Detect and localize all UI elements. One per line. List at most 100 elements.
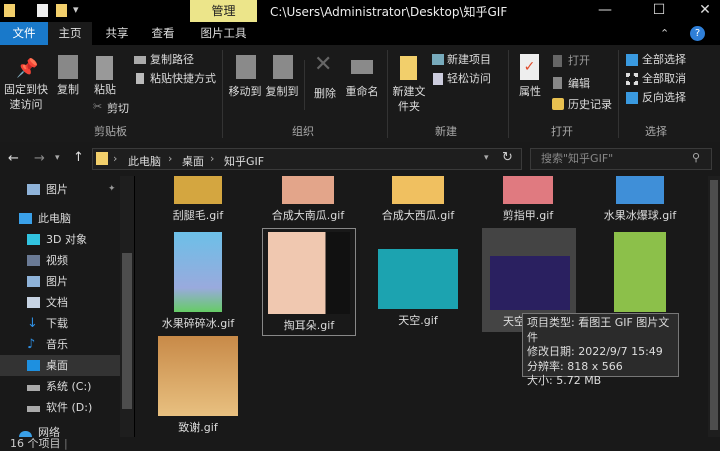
new-folder-button[interactable]: 新建文件夹 bbox=[392, 84, 426, 114]
up-button[interactable]: ↑ bbox=[73, 150, 84, 165]
file-item[interactable]: 合成大南瓜.gif bbox=[253, 176, 363, 223]
nav-item-3d-objects[interactable]: 3D 对象 bbox=[0, 229, 120, 250]
nav-item-music[interactable]: ♪ 音乐 bbox=[0, 334, 120, 355]
tab-home[interactable]: 主页 bbox=[48, 22, 92, 45]
nav-label: 图片 bbox=[46, 183, 68, 196]
maximize-button[interactable]: ☐ bbox=[636, 0, 682, 22]
search-input[interactable]: 搜索"知乎GIF" bbox=[530, 148, 712, 170]
file-item[interactable]: 致谢.gif bbox=[143, 336, 253, 435]
drive-icon bbox=[27, 385, 40, 391]
file-item[interactable]: 合成大西瓜.gif bbox=[363, 176, 473, 223]
move-to-button[interactable]: 移动到 bbox=[227, 84, 263, 99]
refresh-icon[interactable]: ↻ bbox=[502, 150, 513, 165]
new-folder-icon[interactable] bbox=[56, 4, 67, 17]
tab-view[interactable]: 查看 bbox=[140, 22, 186, 45]
nav-item-videos[interactable]: 视频 bbox=[0, 250, 120, 271]
nav-item-downloads[interactable]: ↓ 下载 bbox=[0, 313, 120, 334]
paste-button[interactable]: 粘贴 bbox=[90, 82, 120, 97]
group-label-select: 选择 bbox=[645, 125, 667, 138]
scissors-icon: ✂ bbox=[93, 100, 103, 113]
nav-label: 系统 (C:) bbox=[46, 380, 92, 393]
manage-tab[interactable]: 管理 bbox=[190, 0, 257, 22]
nav-item-network[interactable]: 网络 bbox=[0, 426, 120, 437]
address-dropdown-icon[interactable]: ▾ bbox=[484, 153, 489, 163]
tab-picture-tools[interactable]: 图片工具 bbox=[190, 22, 257, 45]
properties-icon[interactable] bbox=[37, 4, 48, 17]
nav-item-documents[interactable]: 文档 bbox=[0, 292, 120, 313]
open-button[interactable]: 打开 bbox=[568, 53, 590, 68]
file-item[interactable]: 水果碎碎冰.gif bbox=[143, 232, 253, 331]
nav-item-pictures[interactable]: 图片 bbox=[0, 271, 120, 292]
close-button[interactable]: ✕ bbox=[682, 0, 720, 22]
thumbnail bbox=[158, 336, 238, 416]
divider bbox=[387, 50, 388, 138]
file-name: 致谢.gif bbox=[178, 421, 218, 434]
thumbnail bbox=[268, 232, 350, 314]
tab-file[interactable]: 文件 bbox=[0, 22, 48, 45]
tab-share[interactable]: 共享 bbox=[94, 22, 140, 45]
rename-icon bbox=[351, 60, 373, 74]
breadcrumb-separator: › bbox=[113, 152, 118, 165]
nav-label: 视频 bbox=[46, 254, 68, 267]
thumbnail bbox=[392, 176, 444, 204]
copy-to-button[interactable]: 复制到 bbox=[264, 84, 300, 99]
nav-item-drive-d[interactable]: 软件 (D:) bbox=[0, 397, 120, 418]
group-label-new: 新建 bbox=[435, 125, 457, 138]
paste-icon bbox=[96, 56, 113, 80]
delete-icon: ✕ bbox=[314, 52, 333, 77]
minimize-button[interactable]: — bbox=[582, 0, 628, 22]
nav-label: 此电脑 bbox=[38, 212, 71, 225]
new-item-button[interactable]: 新建项目 bbox=[447, 52, 491, 67]
copy-path-button[interactable]: 复制路径 bbox=[150, 52, 194, 67]
rename-button[interactable]: 重命名 bbox=[344, 84, 380, 99]
paste-shortcut-button[interactable]: 粘贴快捷方式 bbox=[150, 71, 216, 86]
nav-scrollbar-thumb[interactable] bbox=[122, 253, 132, 409]
edit-button[interactable]: 编辑 bbox=[568, 76, 590, 91]
pin-quick-access-button[interactable]: 固定到快速访问 bbox=[3, 82, 49, 112]
customize-toolbar-icon[interactable]: ▾ bbox=[73, 3, 79, 16]
folder-icon bbox=[4, 4, 15, 17]
cut-button[interactable]: 剪切 bbox=[107, 101, 129, 116]
file-item[interactable]: 水果冰爆球.gif bbox=[585, 176, 695, 223]
file-item-selected[interactable]: 掏耳朵.gif bbox=[262, 228, 356, 336]
navigation-pane: 图片 ✦ 此电脑 3D 对象 视频 图片 文档 ↓ 下载 ♪ 音乐 桌面 系统 (C… bbox=[0, 176, 120, 437]
back-button[interactable]: ← bbox=[8, 151, 19, 166]
copy-to-icon bbox=[273, 55, 293, 79]
forward-button[interactable]: → bbox=[34, 151, 45, 166]
breadcrumb-separator: › bbox=[210, 152, 215, 165]
select-all-icon bbox=[626, 54, 638, 66]
thumbnail bbox=[282, 176, 334, 204]
file-item[interactable]: 天空.gif bbox=[363, 249, 473, 328]
properties-icon: ✓ bbox=[520, 54, 539, 80]
nav-item-drive-c[interactable]: 系统 (C:) bbox=[0, 376, 120, 397]
file-name: 水果碎碎冰.gif bbox=[161, 317, 235, 330]
invert-selection-button[interactable]: 反向选择 bbox=[642, 90, 686, 105]
nav-label: 文档 bbox=[46, 296, 68, 309]
select-all-button[interactable]: 全部选择 bbox=[642, 52, 686, 67]
collapse-ribbon-icon[interactable]: ⌃ bbox=[660, 27, 669, 40]
select-none-button[interactable]: 全部取消 bbox=[642, 71, 686, 86]
file-item[interactable]: 剪指甲.gif bbox=[473, 176, 583, 223]
tooltip-type: 项目类型: 看图王 GIF 图片文件 bbox=[527, 316, 670, 344]
breadcrumb-desktop[interactable]: 桌面 bbox=[182, 153, 204, 169]
nav-item-this-pc[interactable]: 此电脑 bbox=[0, 208, 120, 229]
properties-button[interactable]: 属性 bbox=[516, 84, 544, 99]
window-title: C:\Users\Administrator\Desktop\知乎GIF bbox=[270, 5, 508, 19]
copy-path-icon bbox=[134, 56, 146, 64]
breadcrumb-folder[interactable]: 知乎GIF bbox=[224, 153, 264, 169]
nav-item-pictures-quick[interactable]: 图片 bbox=[0, 179, 120, 200]
nav-item-desktop[interactable]: 桌面 bbox=[0, 355, 120, 376]
content-scrollbar-thumb[interactable] bbox=[710, 180, 718, 430]
breadcrumb-this-pc[interactable]: 此电脑 bbox=[128, 153, 161, 169]
help-icon[interactable]: ? bbox=[690, 26, 705, 41]
recent-locations-button[interactable]: ▾ bbox=[55, 153, 60, 163]
copy-button[interactable]: 复制 bbox=[52, 82, 84, 97]
edit-icon bbox=[553, 77, 562, 89]
history-button[interactable]: 历史记录 bbox=[568, 97, 612, 112]
file-item[interactable] bbox=[585, 232, 695, 315]
item-count: 16 个项目 bbox=[10, 437, 61, 450]
music-icon: ♪ bbox=[27, 337, 36, 352]
delete-button[interactable]: 删除 bbox=[312, 86, 338, 101]
file-item[interactable]: 刮腿毛.gif bbox=[143, 176, 253, 223]
easy-access-button[interactable]: 轻松访问 bbox=[447, 71, 491, 86]
